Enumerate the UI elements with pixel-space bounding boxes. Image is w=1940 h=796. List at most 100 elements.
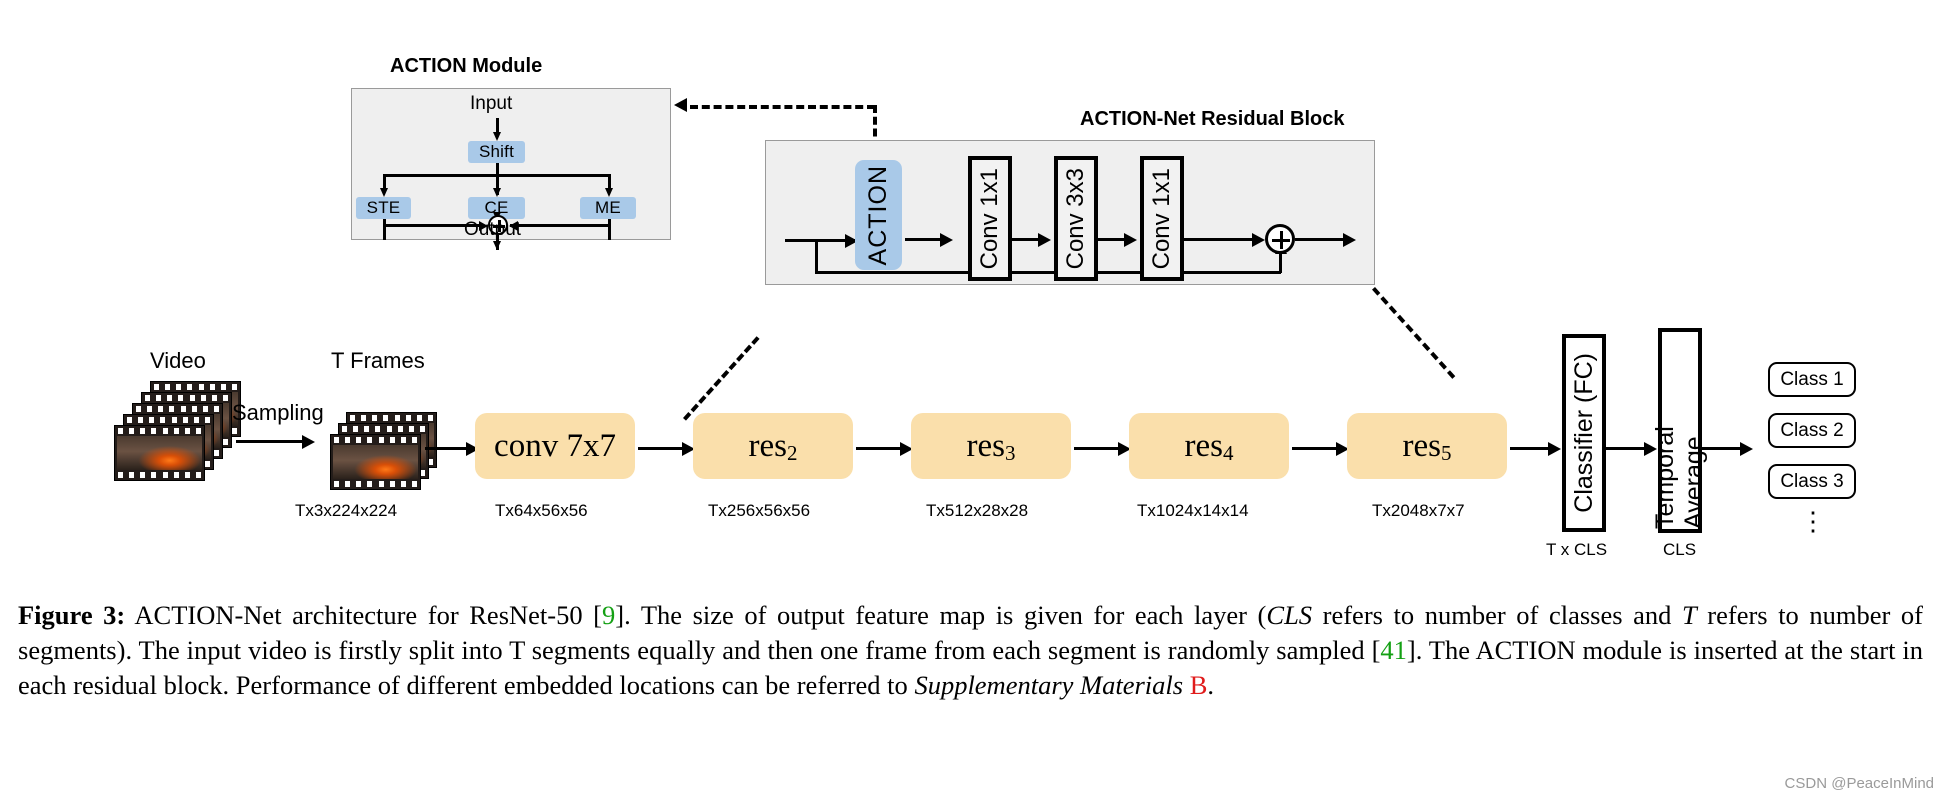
figure-canvas: ACTION Module Input Shift STE CE ME Outp…	[0, 0, 1940, 796]
watermark: CSDN @PeaceInMind	[1784, 775, 1934, 792]
action-dashed-arrowhead	[674, 98, 687, 112]
residual-block-title: ACTION-Net Residual Block	[1080, 108, 1345, 130]
conv1-to-conv2-arrowhead	[1038, 232, 1051, 247]
caption-math-t: T	[1681, 600, 1697, 630]
stage-res3-dims: Tx512x28x28	[926, 501, 1029, 520]
ste-branch-arrowhead	[380, 188, 388, 197]
stage-res4-name: res	[1184, 427, 1223, 464]
branch-bus-line	[383, 174, 611, 177]
film-holes	[115, 428, 204, 434]
film-holes	[331, 437, 420, 443]
res5-to-classifier-line	[1510, 447, 1552, 450]
avg-to-classes-line	[1702, 447, 1744, 450]
film-frame	[117, 436, 202, 470]
caption-ref-9[interactable]: 9	[602, 600, 615, 630]
class-box-2-label: Class 2	[1780, 419, 1844, 441]
residual-action-chip[interactable]: ACTION	[855, 160, 902, 270]
conv3-to-sum-arrowhead	[1252, 232, 1265, 247]
me-to-sum-hline	[510, 224, 611, 227]
video-strip-1	[114, 425, 205, 481]
stage-conv7x7-label: conv 7x7	[494, 427, 616, 464]
stage-res3[interactable]: res 3	[911, 413, 1071, 479]
residual-sum-node	[1265, 224, 1295, 254]
input-to-shift-arrowhead	[492, 132, 501, 141]
me-chip[interactable]: ME	[580, 197, 636, 219]
stage-res5-dims: Tx2048x7x7	[1372, 501, 1465, 520]
class-box-1-label: Class 1	[1780, 368, 1844, 390]
caption-ref-41[interactable]: 41	[1380, 635, 1407, 665]
caption-math-cls: CLS	[1266, 600, 1313, 630]
stage-res2-name: res	[748, 427, 787, 464]
stage-conv7x7-dims: Tx64x56x56	[495, 501, 588, 520]
conv2-to-conv3-arrowhead	[1124, 232, 1137, 247]
caption-seg-4: of classes and	[1516, 600, 1682, 630]
res2-to-res3-line	[856, 447, 904, 450]
stage-res4[interactable]: res 4	[1129, 413, 1289, 479]
shift-label: Shift	[478, 142, 515, 161]
caption-seg-8: locations can be referred to	[619, 670, 915, 701]
conv-3x3-label: Conv 3x3	[1062, 167, 1089, 270]
frames-to-conv-line	[425, 447, 470, 450]
sum-to-output-arrowhead	[492, 241, 501, 250]
temporal-average-box[interactable]: Temporal Average	[1651, 328, 1708, 533]
stage-res2[interactable]: res 2	[693, 413, 853, 479]
stage-res4-sub: 4	[1222, 440, 1234, 465]
action-input-label: Input	[470, 93, 513, 114]
film-holes	[339, 426, 428, 432]
film-frame	[333, 445, 418, 479]
skip-hline	[815, 271, 1281, 274]
conv-1x1-first-label: Conv 1x1	[976, 167, 1003, 270]
class-box-3[interactable]: Class 3	[1768, 464, 1856, 499]
conv-1x1-first[interactable]: Conv 1x1	[968, 156, 1012, 281]
res4-to-res5-line	[1292, 447, 1340, 450]
ste-chip[interactable]: STE	[356, 197, 411, 219]
res5-dashed-connector	[1372, 287, 1456, 379]
stage-res2-dims: Tx256x56x56	[708, 501, 811, 520]
t-frames-dims: Tx3x224x224	[295, 501, 398, 520]
class-box-3-label: Class 3	[1780, 470, 1844, 492]
stage-res3-sub: 3	[1004, 440, 1016, 465]
stage-res2-sub: 2	[786, 440, 798, 465]
stage-res5[interactable]: res 5	[1347, 413, 1507, 479]
ste-label: STE	[366, 198, 401, 217]
sampling-arrowhead	[302, 434, 315, 449]
caption-seg-1: ACTION-Net architecture for ResNet-50 [	[134, 600, 603, 630]
res3-to-res4-line	[1074, 447, 1122, 450]
residual-action-label: ACTION	[864, 164, 892, 266]
film-holes	[133, 406, 222, 412]
conv3-to-sum-line	[1184, 238, 1256, 241]
caption-ref-b[interactable]: B	[1190, 670, 1208, 700]
stage-res3-name: res	[966, 427, 1005, 464]
caption-seg-6: segment is randomly sampled [	[1047, 635, 1381, 666]
ce-branch-arrowhead	[492, 188, 501, 197]
res5-to-classifier-arrowhead	[1548, 441, 1561, 456]
sampling-line	[236, 440, 306, 443]
stage-res5-name: res	[1402, 427, 1441, 464]
classifier-to-avg-line	[1606, 447, 1648, 450]
film-holes	[124, 417, 213, 423]
class-box-2[interactable]: Class 2	[1768, 413, 1856, 448]
avg-to-classes-arrowhead	[1740, 441, 1753, 456]
action-module-output: Output	[464, 219, 522, 240]
class-ellipsis: ⋮	[1800, 506, 1826, 536]
caption-seg-9: .	[1207, 670, 1215, 701]
sampling-label: Sampling	[232, 400, 324, 425]
figure-number: Figure 3:	[18, 600, 126, 630]
conv-1x1-second[interactable]: Conv 1x1	[1140, 156, 1184, 281]
film-holes	[115, 472, 204, 478]
temporal-average-dims: CLS	[1663, 540, 1697, 559]
res2-dashed-connector	[683, 336, 760, 421]
class-box-1[interactable]: Class 1	[1768, 362, 1856, 397]
classifier-box[interactable]: Classifier (FC)	[1562, 334, 1606, 532]
video-label: Video	[150, 348, 206, 373]
stage-res4-dims: Tx1024x14x14	[1137, 501, 1249, 520]
stage-conv7x7[interactable]: conv 7x7	[475, 413, 635, 479]
caption-seg-3: refers to number	[1312, 600, 1506, 630]
me-branch-arrowhead	[605, 188, 613, 197]
conv-3x3[interactable]: Conv 3x3	[1054, 156, 1098, 281]
shift-chip[interactable]: Shift	[468, 141, 525, 163]
me-to-sum-vline	[608, 219, 611, 240]
conv-to-res2-line	[638, 447, 686, 450]
caption-seg-2: ]. The size of output feature map is giv…	[615, 600, 1267, 630]
caption-supplementary-materials: Supplementary Materials	[914, 670, 1184, 701]
